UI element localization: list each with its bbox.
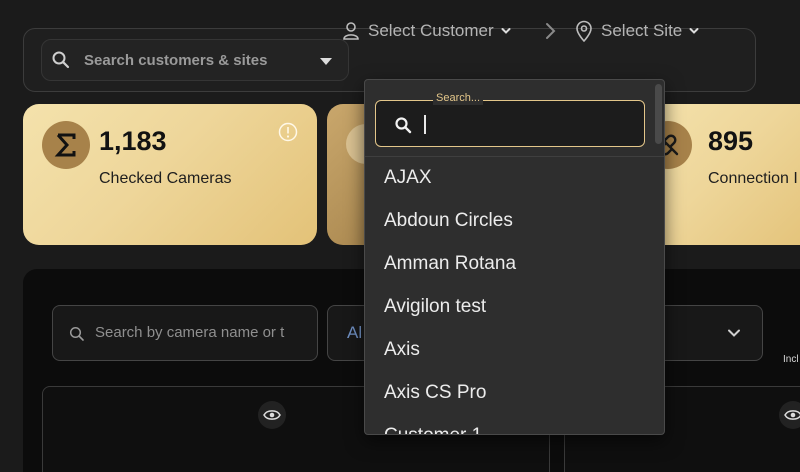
select-customer-label: Select Customer <box>368 21 494 40</box>
search-icon <box>69 326 84 341</box>
dropdown-divider <box>365 156 664 157</box>
customer-dropdown: Search... AJAX Abdoun Circles Amman Rota… <box>364 79 665 435</box>
chevron-down-icon <box>728 329 740 337</box>
search-icon <box>52 51 70 69</box>
customer-site-search[interactable]: Search customers & sites <box>41 39 349 81</box>
stat-value: 895 <box>708 126 754 156</box>
customer-option[interactable]: Customer 1 <box>365 421 664 434</box>
location-pin-icon <box>576 20 592 42</box>
info-icon[interactable] <box>278 122 298 142</box>
stat-value: 1,183 <box>99 126 167 156</box>
customer-option[interactable]: Amman Rotana <box>365 249 664 292</box>
customer-option[interactable]: Axis CS Pro <box>365 378 664 421</box>
select-site-button[interactable]: Select Site <box>575 19 700 43</box>
caret-down-icon[interactable] <box>320 58 332 65</box>
customer-option-list: AJAX Abdoun Circles Amman Rotana Avigilo… <box>365 163 664 434</box>
eye-icon[interactable] <box>258 401 286 429</box>
customer-option[interactable]: AJAX <box>365 163 664 206</box>
user-icon <box>343 22 359 40</box>
chevron-down-icon <box>501 28 511 34</box>
stat-card-checked-cameras: 1,183 Checked Cameras <box>23 104 317 245</box>
include-label: Incl <box>783 354 799 365</box>
customer-option[interactable]: Avigilon test <box>365 292 664 335</box>
dropdown-search-input[interactable] <box>375 100 645 147</box>
camera-filter-value: Al <box>347 323 363 342</box>
eye-icon[interactable] <box>779 401 800 429</box>
chevron-down-icon <box>689 28 699 34</box>
camera-search-input[interactable]: Search by camera name or t <box>52 305 318 361</box>
customer-option[interactable]: Axis <box>365 335 664 378</box>
select-customer-button[interactable]: Select Customer <box>342 19 512 43</box>
text-cursor <box>424 115 426 134</box>
chevron-right-icon <box>546 23 556 39</box>
stat-caption: Connection I <box>708 170 798 187</box>
customer-option[interactable]: Abdoun Circles <box>365 206 664 249</box>
select-site-label: Select Site <box>601 21 683 40</box>
search-icon <box>395 117 412 134</box>
camera-search-placeholder: Search by camera name or t <box>95 324 285 341</box>
customer-site-search-placeholder: Search customers & sites <box>84 52 268 69</box>
dropdown-scrollbar[interactable] <box>655 84 662 144</box>
stat-caption: Checked Cameras <box>99 170 232 187</box>
sigma-icon <box>42 121 90 169</box>
